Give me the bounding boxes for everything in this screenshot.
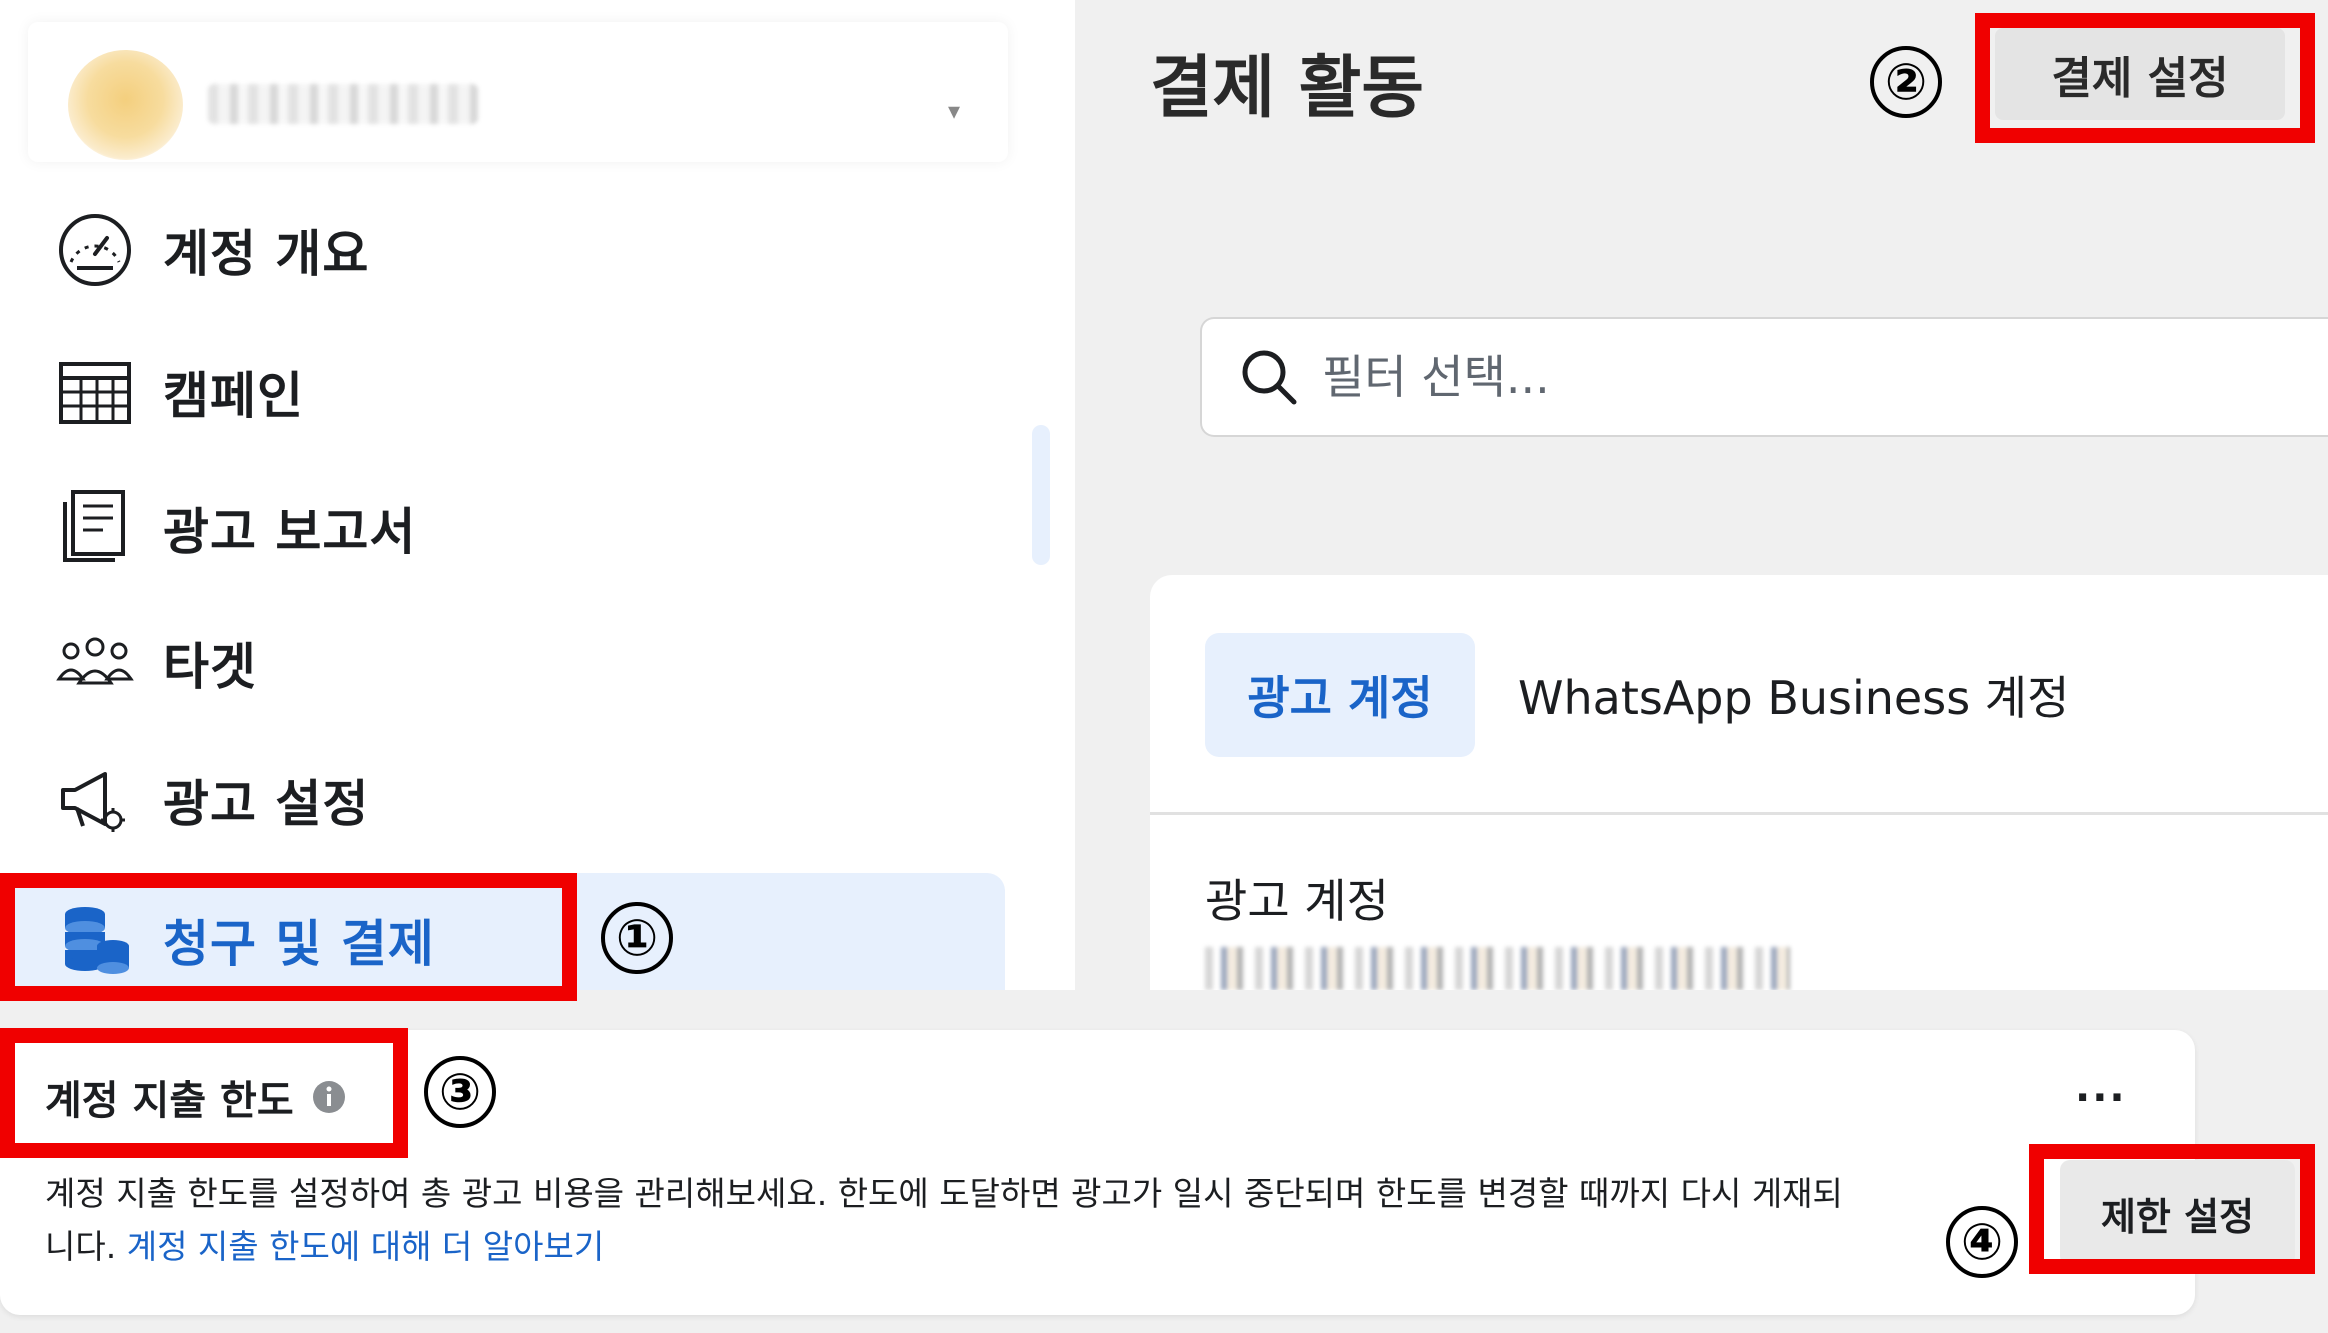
divider <box>1150 812 2328 815</box>
sidebar-scrollbar[interactable] <box>1032 425 1050 565</box>
page-title: 결제 활동 <box>1150 49 1424 128</box>
sidebar-item-ads-reporting[interactable]: 광고 보고서 <box>55 478 955 578</box>
report-document-icon <box>63 490 125 562</box>
annotation-highlight-3 <box>0 1028 408 1158</box>
section-label: 광고 계정 <box>1205 874 1389 928</box>
chevron-down-icon: ▾ <box>948 97 961 125</box>
sidebar-item-label: 광고 설정 <box>163 775 370 833</box>
sidebar-item-audiences[interactable]: 타겟 <box>55 613 955 713</box>
account-switcher[interactable]: ▾ <box>28 22 1008 162</box>
sidebar-item-label: 캠페인 <box>163 367 304 425</box>
more-options-button[interactable]: ··· <box>2075 1075 2127 1121</box>
annotation-marker-3: ③ <box>424 1056 496 1128</box>
annotation-marker-2: ② <box>1870 46 1942 118</box>
dashboard-gauge-icon <box>59 214 131 286</box>
audience-people-icon <box>56 637 134 685</box>
annotation-highlight-1 <box>0 873 577 1001</box>
sidebar-item-ad-settings[interactable]: 광고 설정 <box>55 750 955 850</box>
account-id-redacted <box>1205 947 1790 990</box>
table-grid-icon <box>59 362 131 424</box>
account-avatar <box>68 50 183 160</box>
sidebar-item-campaigns[interactable]: 캠페인 <box>55 342 955 442</box>
filter-search-box[interactable] <box>1200 317 2328 437</box>
annotation-highlight-4 <box>2029 1144 2315 1274</box>
sidebar-item-label: 계정 개요 <box>163 225 370 283</box>
main-content: 결제 활동 결제 설정 광고 계정 WhatsApp Business 계정 광… <box>1075 0 2328 990</box>
sidebar-item-account-overview[interactable]: 계정 개요 <box>55 200 955 300</box>
sidebar: ▾ 계정 개요 캠페인 광고 보고서 타겟 광고 설정 청구 및 결제 <box>0 0 1075 990</box>
annotation-marker-4: ④ <box>1946 1206 2018 1278</box>
spending-limit-description: 계정 지출 한도를 설정하여 총 광고 비용을 관리해보세요. 한도에 도달하면… <box>45 1167 2035 1273</box>
annotation-marker-1: ① <box>601 902 673 974</box>
filter-input[interactable] <box>1322 350 2222 404</box>
sidebar-item-label: 타겟 <box>163 638 257 696</box>
tab-whatsapp-business-accounts[interactable]: WhatsApp Business 계정 <box>1518 633 2069 757</box>
account-name-redacted <box>208 84 478 124</box>
annotation-highlight-2 <box>1975 13 2315 143</box>
description-text-cont: 니다. <box>45 1227 117 1266</box>
sidebar-item-label: 광고 보고서 <box>163 503 417 561</box>
description-text: 계정 지출 한도를 설정하여 총 광고 비용을 관리해보세요. 한도에 도달하면… <box>45 1174 1843 1213</box>
screen: ▾ 계정 개요 캠페인 광고 보고서 타겟 광고 설정 청구 및 결제 결제 활… <box>0 0 2328 1333</box>
learn-more-link[interactable]: 계정 지출 한도에 대해 더 알아보기 <box>127 1227 605 1266</box>
megaphone-settings-icon <box>61 772 125 832</box>
accounts-card: 광고 계정 WhatsApp Business 계정 광고 계정 <box>1150 575 2328 990</box>
tab-ad-accounts[interactable]: 광고 계정 <box>1205 633 1475 757</box>
search-icon <box>1242 350 1297 405</box>
